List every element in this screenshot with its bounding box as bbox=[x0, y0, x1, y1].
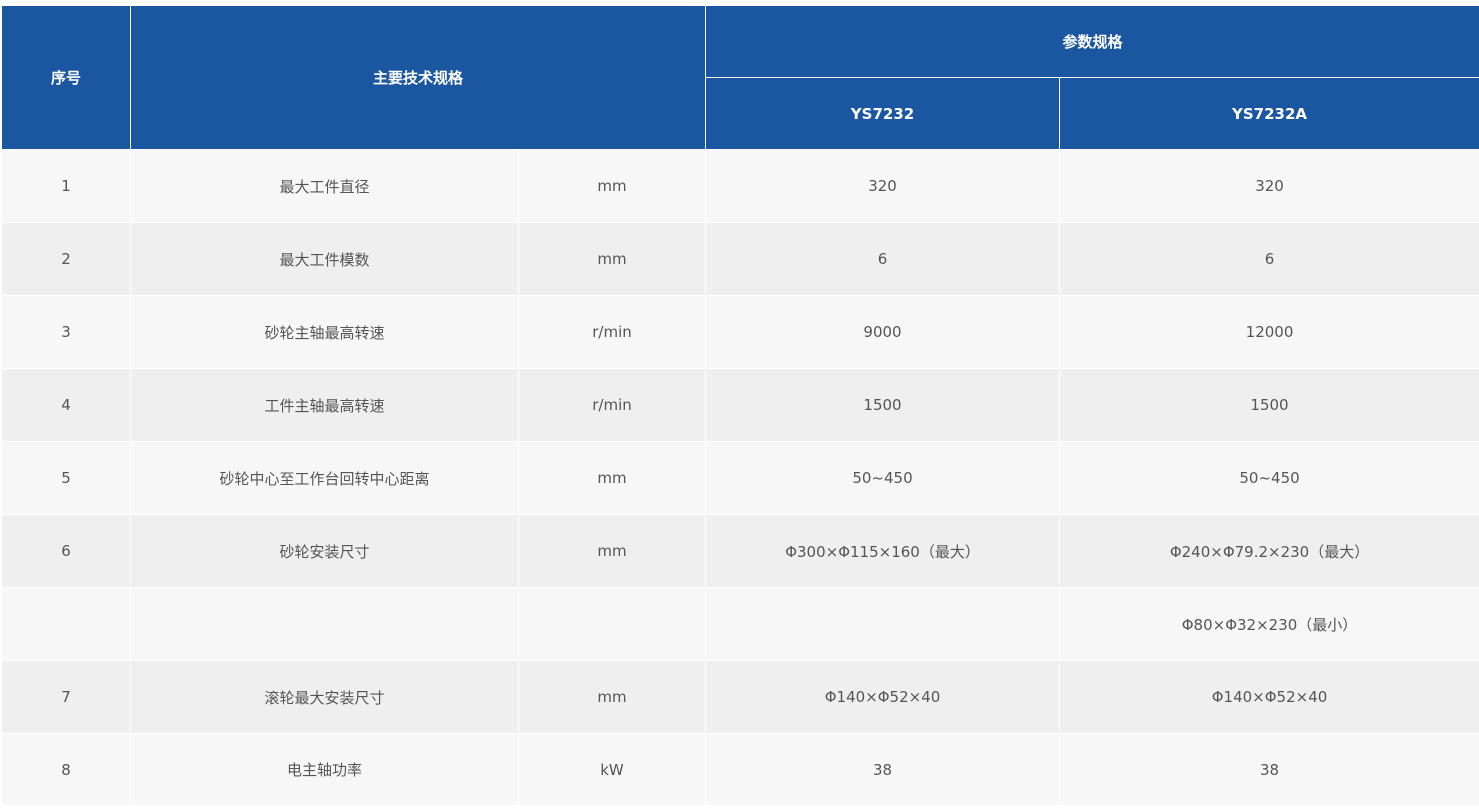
spec-table: 序号 主要技术规格 参数规格 YS7232 YS7232A 1 最大工件直径 m… bbox=[1, 5, 1479, 806]
cell-model-a: 9000 bbox=[705, 295, 1061, 369]
cell-model-b: 50~450 bbox=[1059, 441, 1479, 515]
table-row: 6 砂轮安装尺寸 mm Φ300×Φ115×160（最大） Φ240×Φ79.2… bbox=[1, 514, 1479, 588]
cell-index bbox=[1, 587, 131, 661]
cell-model-b: 6 bbox=[1059, 222, 1479, 296]
cell-unit: kW bbox=[517, 733, 707, 806]
cell-index: 8 bbox=[1, 733, 131, 806]
cell-name: 最大工件直径 bbox=[130, 149, 519, 223]
cell-model-b: Φ240×Φ79.2×230（最大） bbox=[1059, 514, 1479, 588]
cell-unit: r/min bbox=[517, 295, 707, 369]
cell-model-a: 6 bbox=[705, 222, 1061, 296]
cell-unit bbox=[517, 587, 707, 661]
cell-model-a bbox=[705, 587, 1061, 661]
cell-model-b: 1500 bbox=[1059, 368, 1479, 442]
cell-model-a: 38 bbox=[705, 733, 1061, 806]
cell-index: 1 bbox=[1, 149, 131, 223]
header-model-b: YS7232A bbox=[1059, 77, 1479, 150]
cell-unit: mm bbox=[517, 441, 707, 515]
cell-name: 电主轴功率 bbox=[130, 733, 519, 806]
cell-model-b: 320 bbox=[1059, 149, 1479, 223]
table-row: 1 最大工件直径 mm 320 320 bbox=[1, 149, 1479, 223]
cell-model-a: Φ140×Φ52×40 bbox=[705, 660, 1061, 734]
cell-unit: mm bbox=[517, 149, 707, 223]
cell-model-b: 12000 bbox=[1059, 295, 1479, 369]
cell-name: 最大工件模数 bbox=[130, 222, 519, 296]
cell-model-a: 320 bbox=[705, 149, 1061, 223]
table-row: 2 最大工件模数 mm 6 6 bbox=[1, 222, 1479, 296]
cell-name: 砂轮安装尺寸 bbox=[130, 514, 519, 588]
header-model-a: YS7232 bbox=[705, 77, 1061, 150]
table-row: 5 砂轮中心至工作台回转中心距离 mm 50~450 50~450 bbox=[1, 441, 1479, 515]
table-row: 7 滚轮最大安装尺寸 mm Φ140×Φ52×40 Φ140×Φ52×40 bbox=[1, 660, 1479, 734]
header-row: 序号 主要技术规格 参数规格 bbox=[1, 5, 1479, 150]
table-row: Φ80×Φ32×230（最小） bbox=[1, 587, 1479, 661]
cell-unit: mm bbox=[517, 514, 707, 588]
cell-index: 6 bbox=[1, 514, 131, 588]
cell-index: 7 bbox=[1, 660, 131, 734]
cell-name: 砂轮中心至工作台回转中心距离 bbox=[130, 441, 519, 515]
cell-model-a: 1500 bbox=[705, 368, 1061, 442]
table-row: 4 工件主轴最高转速 r/min 1500 1500 bbox=[1, 368, 1479, 442]
cell-model-a: 50~450 bbox=[705, 441, 1061, 515]
header-index: 序号 bbox=[1, 5, 131, 150]
cell-unit: r/min bbox=[517, 368, 707, 442]
cell-model-b: Φ140×Φ52×40 bbox=[1059, 660, 1479, 734]
cell-name: 工件主轴最高转速 bbox=[130, 368, 519, 442]
cell-model-b: 38 bbox=[1059, 733, 1479, 806]
cell-index: 5 bbox=[1, 441, 131, 515]
cell-name: 滚轮最大安装尺寸 bbox=[130, 660, 519, 734]
header-main-spec: 主要技术规格 bbox=[129, 5, 707, 150]
cell-model-b: Φ80×Φ32×230（最小） bbox=[1059, 587, 1479, 661]
cell-index: 2 bbox=[1, 222, 131, 296]
table-row: 8 电主轴功率 kW 38 38 bbox=[1, 733, 1479, 806]
cell-name bbox=[130, 587, 519, 661]
header-params: 参数规格 bbox=[705, 5, 1479, 78]
table-row: 3 砂轮主轴最高转速 r/min 9000 12000 bbox=[1, 295, 1479, 369]
cell-model-a: Φ300×Φ115×160（最大） bbox=[705, 514, 1061, 588]
cell-index: 3 bbox=[1, 295, 131, 369]
cell-unit: mm bbox=[517, 660, 707, 734]
cell-index: 4 bbox=[1, 368, 131, 442]
cell-unit: mm bbox=[517, 222, 707, 296]
cell-name: 砂轮主轴最高转速 bbox=[130, 295, 519, 369]
